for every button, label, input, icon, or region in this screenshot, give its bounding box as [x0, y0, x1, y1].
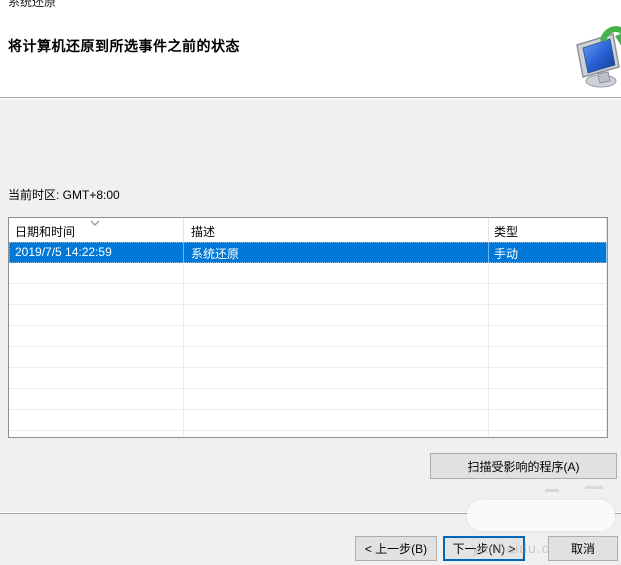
table-empty-row	[9, 368, 607, 389]
restore-point-type: 手动	[489, 242, 607, 263]
table-empty-row	[9, 305, 607, 326]
table-empty-row	[9, 263, 607, 284]
column-header-type[interactable]: 类型	[489, 218, 607, 242]
chevron-down-icon	[89, 218, 101, 224]
page-title: 将计算机还原到所选事件之前的状态	[8, 36, 240, 56]
table-empty-row	[9, 410, 607, 431]
next-button[interactable]: 下一步(N) >	[443, 536, 525, 561]
column-header-date[interactable]: 日期和时间	[9, 218, 184, 242]
table-header-row: 日期和时间 描述 类型	[9, 218, 607, 242]
wizard-body-panel: 当前时区: GMT+8:00 日期和时间 描述 类型 2019/7/5 14:2	[0, 97, 621, 565]
table-empty-row	[9, 347, 607, 368]
back-button[interactable]: < 上一步(B)	[355, 536, 437, 561]
restore-point-date: 2019/7/5 14:22:59	[9, 242, 184, 263]
system-restore-icon	[574, 24, 621, 90]
window-title: 系统还原	[8, 0, 56, 10]
watermark-blob	[467, 500, 615, 531]
table-empty-row	[9, 284, 607, 305]
scan-affected-programs-button[interactable]: 扫描受影响的程序(A)	[430, 453, 617, 479]
table-empty-row	[9, 326, 607, 347]
system-restore-wizard-window: 系统还原 将计算机还原到所选事件之前的状态 当前时区: GMT+8:00	[0, 0, 621, 565]
restore-points-table: 日期和时间 描述 类型 2019/7/5 14:22:59 系统还原 手动	[8, 217, 608, 438]
watermark-dash	[545, 489, 559, 492]
table-row-selected[interactable]: 2019/7/5 14:22:59 系统还原 手动	[9, 242, 607, 263]
timezone-label: 当前时区: GMT+8:00	[8, 186, 120, 203]
watermark-dash	[585, 486, 603, 489]
restore-point-description: 系统还原	[184, 242, 489, 263]
table-empty-row	[9, 389, 607, 410]
cancel-button[interactable]: 取消	[548, 536, 618, 561]
column-header-description[interactable]: 描述	[184, 218, 489, 242]
table-empty-row	[9, 431, 607, 438]
